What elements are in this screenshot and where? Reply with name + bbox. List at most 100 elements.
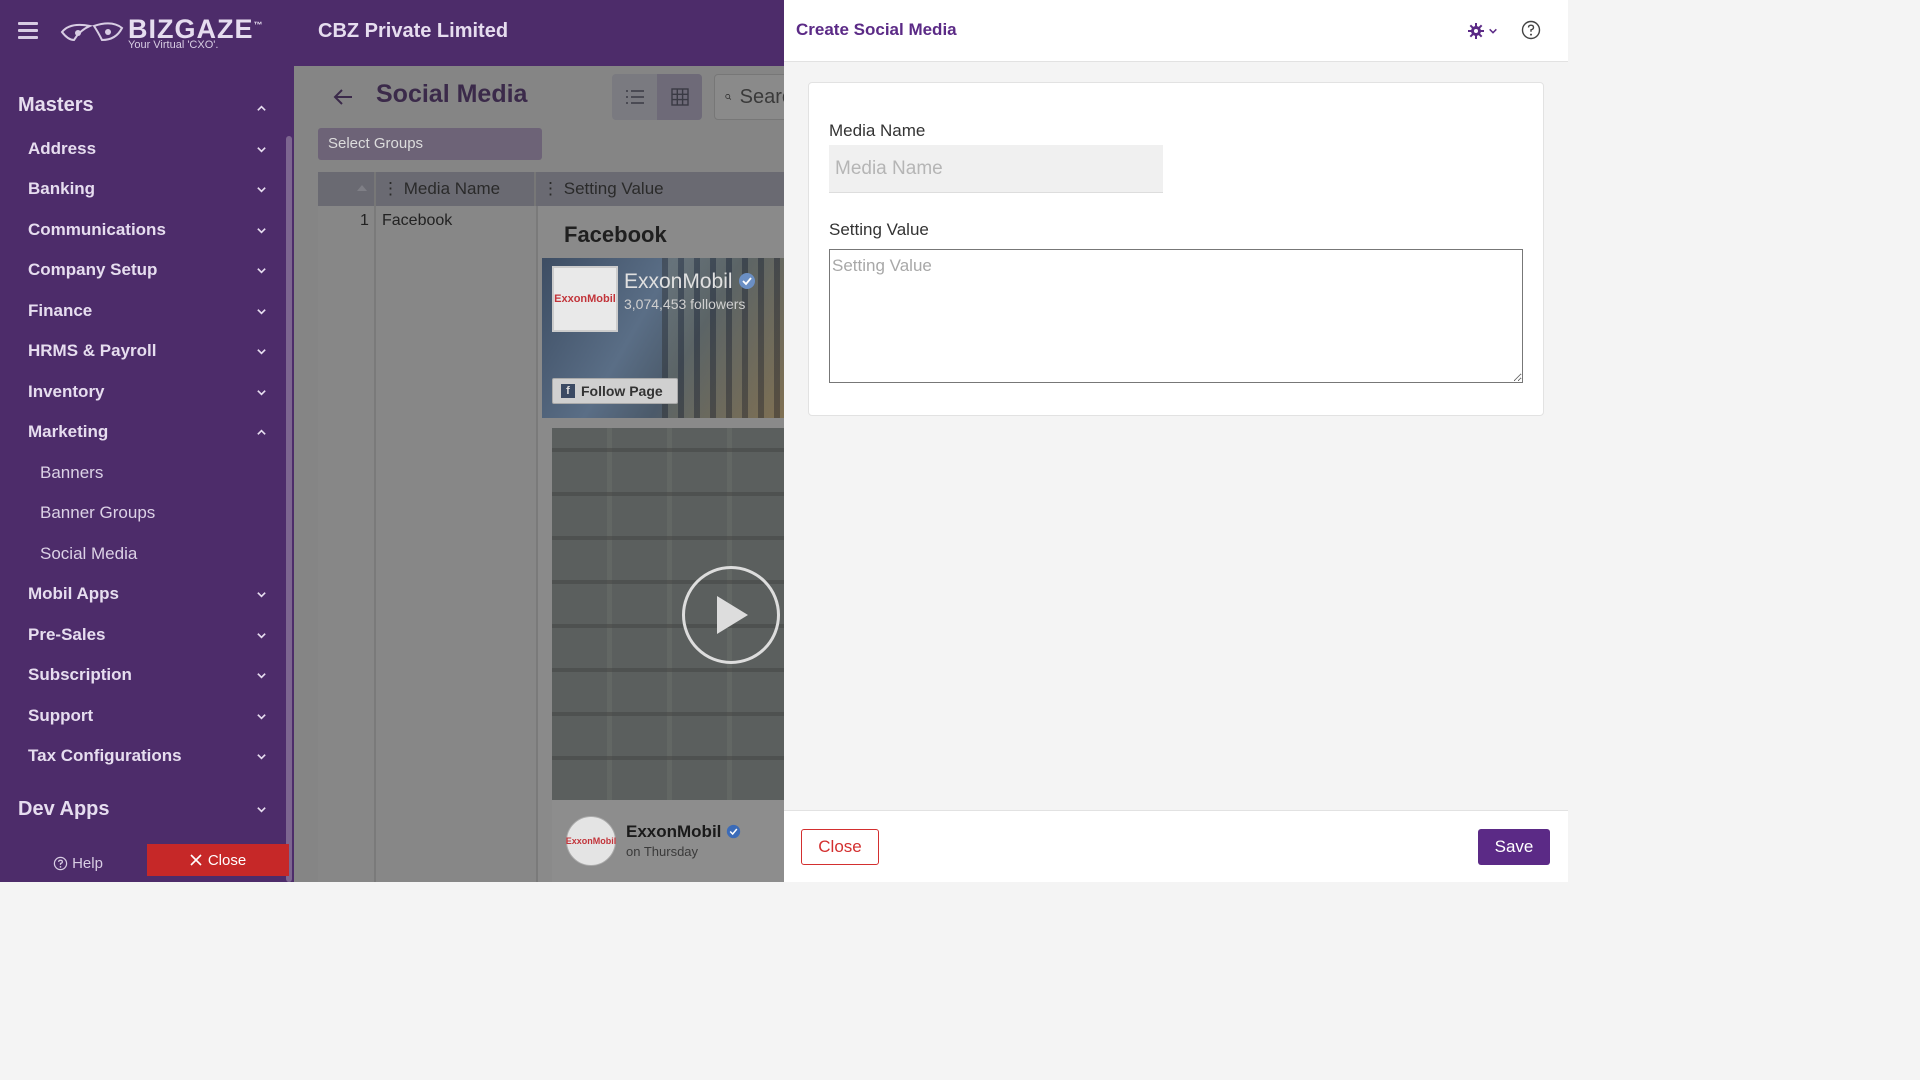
sidebar-item-finance[interactable]: Finance	[28, 296, 272, 326]
sidebar-item-tax-configurations[interactable]: Tax Configurations	[28, 741, 272, 771]
form-card: Media Name Setting Value	[808, 82, 1544, 416]
gear-icon	[1468, 23, 1484, 39]
sidebar-item-inventory[interactable]: Inventory	[28, 377, 272, 407]
sidebar-item-pre-sales[interactable]: Pre-Sales	[28, 620, 272, 650]
grid-header: ⋮ Media Name ⋮ Setting Value	[318, 172, 784, 206]
column-divider	[374, 206, 376, 882]
video-thumbnail[interactable]	[552, 428, 784, 800]
drawer-header: Create Social Media	[784, 0, 1568, 62]
chevron-down-icon	[256, 701, 268, 731]
help-circle-icon[interactable]	[1520, 19, 1542, 41]
sidebar-help-button[interactable]: Help	[20, 848, 136, 878]
preview-title: Facebook	[564, 222, 667, 247]
chevron-down-icon	[256, 741, 268, 771]
search-input[interactable]: Search	[714, 74, 784, 120]
select-groups-dropdown[interactable]: Select Groups	[318, 128, 542, 160]
sidebar-item-company-setup[interactable]: Company Setup	[28, 255, 272, 285]
chevron-down-icon	[256, 377, 268, 407]
sidebar-item-hrms-payroll[interactable]: HRMS & Payroll	[28, 336, 272, 366]
chevron-down-icon	[256, 794, 268, 824]
sidebar-section-dev-apps[interactable]: Dev Apps	[18, 794, 272, 824]
facebook-logo-icon: f	[561, 384, 575, 398]
chevron-down-icon	[1489, 28, 1497, 34]
sidebar-subitem-banner-groups[interactable]: Banner Groups	[40, 498, 272, 528]
sidebar-item-label: Inventory	[28, 382, 105, 401]
grid-view-button[interactable]	[657, 74, 702, 120]
sidebar: Masters Address Banking Communications C…	[0, 66, 294, 882]
sidebar-item-marketing[interactable]: Marketing	[28, 417, 272, 447]
search-placeholder: Search	[739, 85, 784, 108]
sidebar-item-address[interactable]: Address	[28, 134, 272, 164]
post-author-text: ExxonMobil	[626, 822, 722, 841]
chevron-up-icon	[256, 417, 268, 447]
sidebar-close-button[interactable]: Close	[147, 844, 289, 876]
sidebar-item-label: Support	[28, 706, 94, 725]
page-name[interactable]: ExxonMobil	[624, 270, 756, 294]
sidebar-section-label: Dev Apps	[18, 798, 110, 820]
save-button[interactable]: Save	[1478, 829, 1550, 865]
sidebar-item-label: Finance	[28, 301, 93, 320]
chevron-down-icon	[256, 336, 268, 366]
sidebar-item-communications[interactable]: Communications	[28, 215, 272, 245]
brand-tagline: Your Virtual 'CXO'.	[128, 39, 219, 51]
sidebar-subitem-social-media[interactable]: Social Media	[40, 539, 272, 569]
chevron-down-icon	[256, 255, 268, 285]
follow-page-button[interactable]: f Follow Page	[552, 378, 678, 404]
drawer-footer: Close Save	[784, 810, 1568, 882]
hamburger-icon[interactable]	[18, 22, 38, 40]
brand-logo-mark-icon	[60, 22, 124, 42]
follow-label: Follow Page	[581, 383, 663, 399]
back-arrow-icon[interactable]	[330, 84, 356, 110]
media-name-input[interactable]	[829, 145, 1163, 193]
media-name-label: Media Name	[829, 121, 926, 140]
close-x-icon	[190, 854, 202, 866]
view-toggle	[612, 74, 702, 120]
sidebar-section-masters[interactable]: Masters	[18, 94, 272, 122]
row-number: 1	[360, 212, 369, 229]
sidebar-item-label: Address	[28, 139, 97, 158]
chevron-down-icon	[256, 134, 268, 164]
sidebar-item-label: Mobil Apps	[28, 584, 119, 603]
table-row[interactable]: Facebook	[382, 212, 452, 230]
sidebar-item-label: Tax Configurations	[28, 746, 182, 765]
chevron-down-icon	[256, 215, 268, 245]
post-author[interactable]: ExxonMobil	[626, 822, 741, 842]
settings-dropdown-button[interactable]	[1468, 20, 1506, 42]
sidebar-item-mobil-apps[interactable]: Mobil Apps	[28, 579, 272, 609]
verified-badge-icon	[739, 273, 756, 289]
column-header-media-name[interactable]: ⋮ Media Name	[382, 172, 500, 206]
post-avatar[interactable]: ExxonMobil	[566, 816, 616, 866]
page-name-text: ExxonMobil	[624, 270, 733, 293]
sidebar-scrollbar[interactable]	[286, 136, 292, 882]
facebook-preview: Facebook ExxonMobil ExxonMobil 3,074,453…	[538, 206, 784, 882]
main-content: Social Media Search Select Groups ⋮ Medi…	[294, 66, 784, 882]
brand-logo[interactable]: BIZGAZE™ Your Virtual 'CXO'.	[60, 12, 263, 56]
page-title: Social Media	[376, 80, 528, 108]
search-icon	[725, 94, 732, 100]
chevron-down-icon	[256, 296, 268, 326]
sidebar-subitem-banners[interactable]: Banners	[40, 458, 272, 488]
help-label: Help	[72, 854, 103, 872]
column-separator	[534, 172, 536, 206]
post-time[interactable]: on Thursday	[626, 844, 698, 859]
sidebar-item-support[interactable]: Support	[28, 701, 272, 731]
close-button[interactable]: Close	[801, 829, 879, 865]
column-header-setting-value[interactable]: ⋮ Setting Value	[542, 172, 664, 206]
sidebar-item-subscription[interactable]: Subscription	[28, 660, 272, 690]
sort-up-icon[interactable]	[356, 182, 368, 192]
company-name: CBZ Private Limited	[318, 20, 509, 42]
facebook-cover: ExxonMobil ExxonMobil 3,074,453 follower…	[542, 258, 784, 418]
create-social-media-drawer: Create Social Media Media Name Setting V…	[784, 0, 1568, 882]
sidebar-item-label: Pre-Sales	[28, 625, 106, 644]
list-view-button[interactable]	[612, 74, 657, 120]
sidebar-section-label: Masters	[18, 94, 94, 116]
setting-value-textarea[interactable]	[829, 249, 1523, 383]
page-followers: 3,074,453 followers	[624, 296, 746, 312]
list-view-icon	[625, 90, 644, 104]
help-circle-icon	[53, 856, 68, 870]
page-avatar[interactable]: ExxonMobil	[552, 266, 618, 332]
post-header: ExxonMobil ExxonMobil on Thursday	[552, 800, 784, 882]
sidebar-item-banking[interactable]: Banking	[28, 174, 272, 204]
setting-value-label: Setting Value	[829, 220, 929, 239]
play-icon[interactable]	[682, 566, 780, 664]
